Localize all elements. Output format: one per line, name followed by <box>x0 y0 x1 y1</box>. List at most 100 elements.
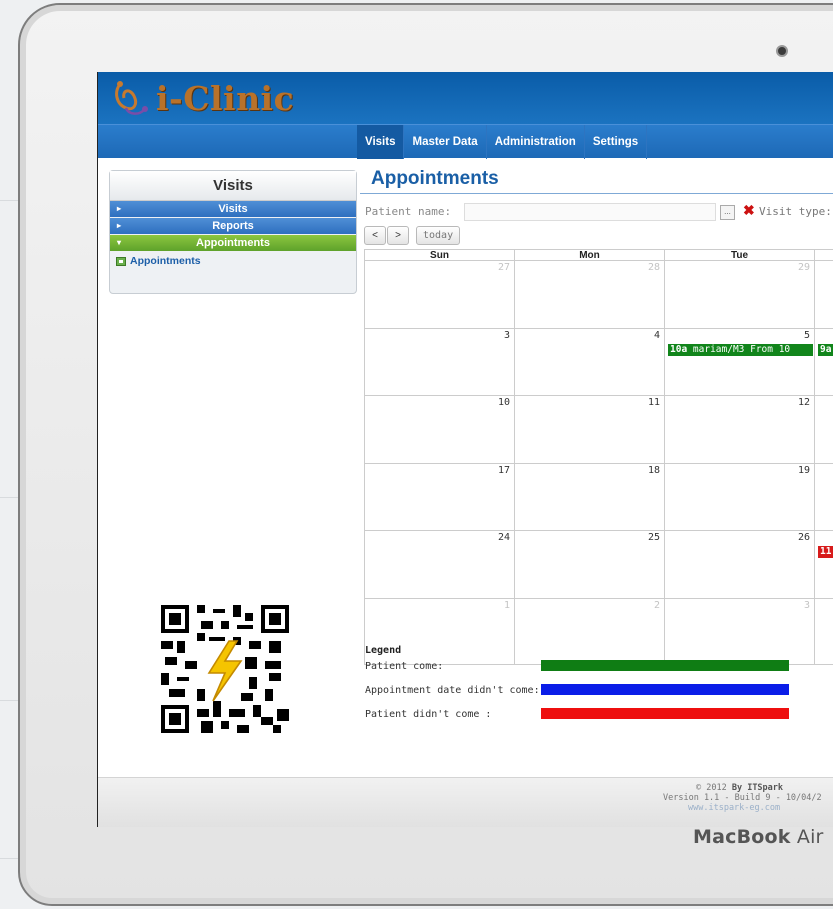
calendar-day[interactable]: 4 <box>514 327 664 395</box>
calendar-day[interactable]: 12 <box>664 395 814 463</box>
day-number: 28 <box>647 262 660 273</box>
legend-swatch-red <box>541 708 789 719</box>
copyright-year: © 2012 <box>696 783 727 793</box>
brand-bold: MacBook <box>693 826 791 848</box>
clear-icon[interactable]: ✖ <box>743 202 755 219</box>
calendar-day[interactable]: 10 <box>364 395 514 463</box>
calendar-day[interactable] <box>814 395 833 463</box>
appointment-event[interactable]: 11 <box>818 546 833 558</box>
calendar-week: 3 4 5 10a mariam/M3 From 10 9a <box>364 327 833 395</box>
calendar-day[interactable]: 11 <box>814 530 833 598</box>
calendar-header: Sun Mon Tue <box>364 249 833 261</box>
legend-label: Patient didn't come : <box>365 709 492 720</box>
expand-box-icon <box>116 256 126 266</box>
nav-settings[interactable]: Settings <box>585 125 648 159</box>
calendar-day[interactable]: 5 10a mariam/M3 From 10 <box>664 327 814 395</box>
day-header-mon: Mon <box>514 249 664 261</box>
app-header: i-Clinic <box>98 72 833 124</box>
calendar-day[interactable]: 17 <box>364 462 514 530</box>
calendar-week: 10 11 12 <box>364 395 833 463</box>
day-number: 29 <box>797 262 810 273</box>
day-number: 1 <box>503 599 510 611</box>
calendar-grid: Sun Mon Tue 27 28 29 3 4 5 10a mariam/M3… <box>364 249 833 665</box>
calendar-day[interactable]: 26 <box>664 530 814 598</box>
today-button[interactable]: today <box>416 226 461 245</box>
day-number: 3 <box>803 599 810 611</box>
appointment-event[interactable]: 9a <box>818 343 833 356</box>
day-number: 10 <box>497 397 510 408</box>
patient-name-input[interactable] <box>464 203 716 221</box>
legend-item: Patient come: <box>365 656 833 680</box>
nav-master-data[interactable]: Master Data <box>404 125 487 159</box>
app-screen: i-Clinic Visits Master Data Administrati… <box>97 72 833 827</box>
legend-swatch-blue <box>541 684 789 695</box>
calendar-day[interactable]: 11 <box>514 395 664 463</box>
calendar-day[interactable]: 25 <box>514 530 664 598</box>
calendar-day[interactable]: 29 <box>664 260 814 328</box>
sidebar-item-label: Appointments <box>196 237 270 249</box>
sidebar-item-reports[interactable]: ▸ Reports <box>110 218 356 234</box>
nav-visits[interactable]: Visits <box>357 125 405 159</box>
event-time: 10a <box>670 343 688 355</box>
calendar-day[interactable]: 3 <box>364 327 514 395</box>
day-number: 27 <box>497 262 510 273</box>
day-number: 19 <box>797 464 810 476</box>
day-number: 18 <box>647 464 660 476</box>
app-logo[interactable]: i-Clinic <box>112 76 294 120</box>
chevron-right-icon: ▸ <box>117 221 122 230</box>
sidebar: Visits ▸ Visits ▸ Reports ▾ Appointments… <box>109 170 357 294</box>
day-number: 11 <box>647 397 660 408</box>
next-month-button[interactable]: > <box>387 226 409 245</box>
patient-name-label: Patient name: <box>365 205 452 218</box>
event-title: mariam/M3 From 10 <box>692 343 791 355</box>
calendar-day[interactable]: 24 <box>364 530 514 598</box>
footer-link[interactable]: www.itspark-eg.com <box>578 803 833 813</box>
qr-code <box>161 605 289 733</box>
day-number: 4 <box>653 329 660 341</box>
company-name: By ITSpark <box>731 783 784 793</box>
calendar-week: 24 25 26 11 <box>364 530 833 598</box>
legend-label: Appointment date didn't come: <box>365 685 540 696</box>
page-footer: © 2012 By ITSpark Version 1.1 - Build 9 … <box>98 777 833 827</box>
calendar-day[interactable] <box>814 260 833 328</box>
calendar-nav: < > today <box>364 226 461 246</box>
calendar-day[interactable]: 18 <box>514 462 664 530</box>
logo-text: i-Clinic <box>156 78 295 118</box>
legend-item: Patient didn't come : <box>365 704 833 728</box>
day-number: 24 <box>497 532 510 543</box>
legend-title: Legend <box>365 645 402 656</box>
sidebar-subitem-appointments[interactable]: Appointments <box>110 252 356 270</box>
page-title: Appointments <box>371 168 499 189</box>
footer-copyright: © 2012 By ITSpark <box>578 783 833 793</box>
legend: Legend Patient come: Appointment date di… <box>365 645 833 728</box>
device-brand: MacBook Air <box>693 826 824 848</box>
prev-month-button[interactable]: < <box>364 226 386 245</box>
day-header-next <box>814 249 833 260</box>
calendar-day[interactable]: 19 <box>664 462 814 530</box>
sidebar-item-label: Reports <box>212 220 254 232</box>
day-number: 5 <box>803 329 810 341</box>
day-header-sun: Sun <box>364 249 514 261</box>
filter-row: Patient name: ... ✖ Visit type: <box>365 202 833 222</box>
appointment-event[interactable]: 10a mariam/M3 From 10 <box>668 343 813 356</box>
sidebar-item-visits[interactable]: ▸ Visits <box>110 201 356 217</box>
nav-administration[interactable]: Administration <box>487 125 585 159</box>
calendar-day[interactable]: 28 <box>514 260 664 328</box>
chevron-right-icon: ▸ <box>117 204 122 213</box>
day-number: 3 <box>503 329 510 341</box>
browse-patient-button[interactable]: ... <box>720 205 735 220</box>
footer-text: © 2012 By ITSpark Version 1.1 - Build 9 … <box>578 783 833 813</box>
legend-label: Patient come: <box>365 661 444 672</box>
camera-icon <box>776 45 788 57</box>
title-divider <box>360 193 833 194</box>
day-number: 25 <box>647 532 660 543</box>
calendar-day[interactable]: 27 <box>364 260 514 328</box>
legend-item: Appointment date didn't come: <box>365 680 833 704</box>
brand-light: Air <box>796 826 824 848</box>
sidebar-item-appointments[interactable]: ▾ Appointments <box>110 235 356 251</box>
calendar-day[interactable]: 9a <box>814 327 833 395</box>
event-time: 11 <box>820 546 832 557</box>
calendar-week: 27 28 29 <box>364 260 833 328</box>
calendar-day[interactable] <box>814 462 833 530</box>
event-time: 9a <box>820 343 832 355</box>
